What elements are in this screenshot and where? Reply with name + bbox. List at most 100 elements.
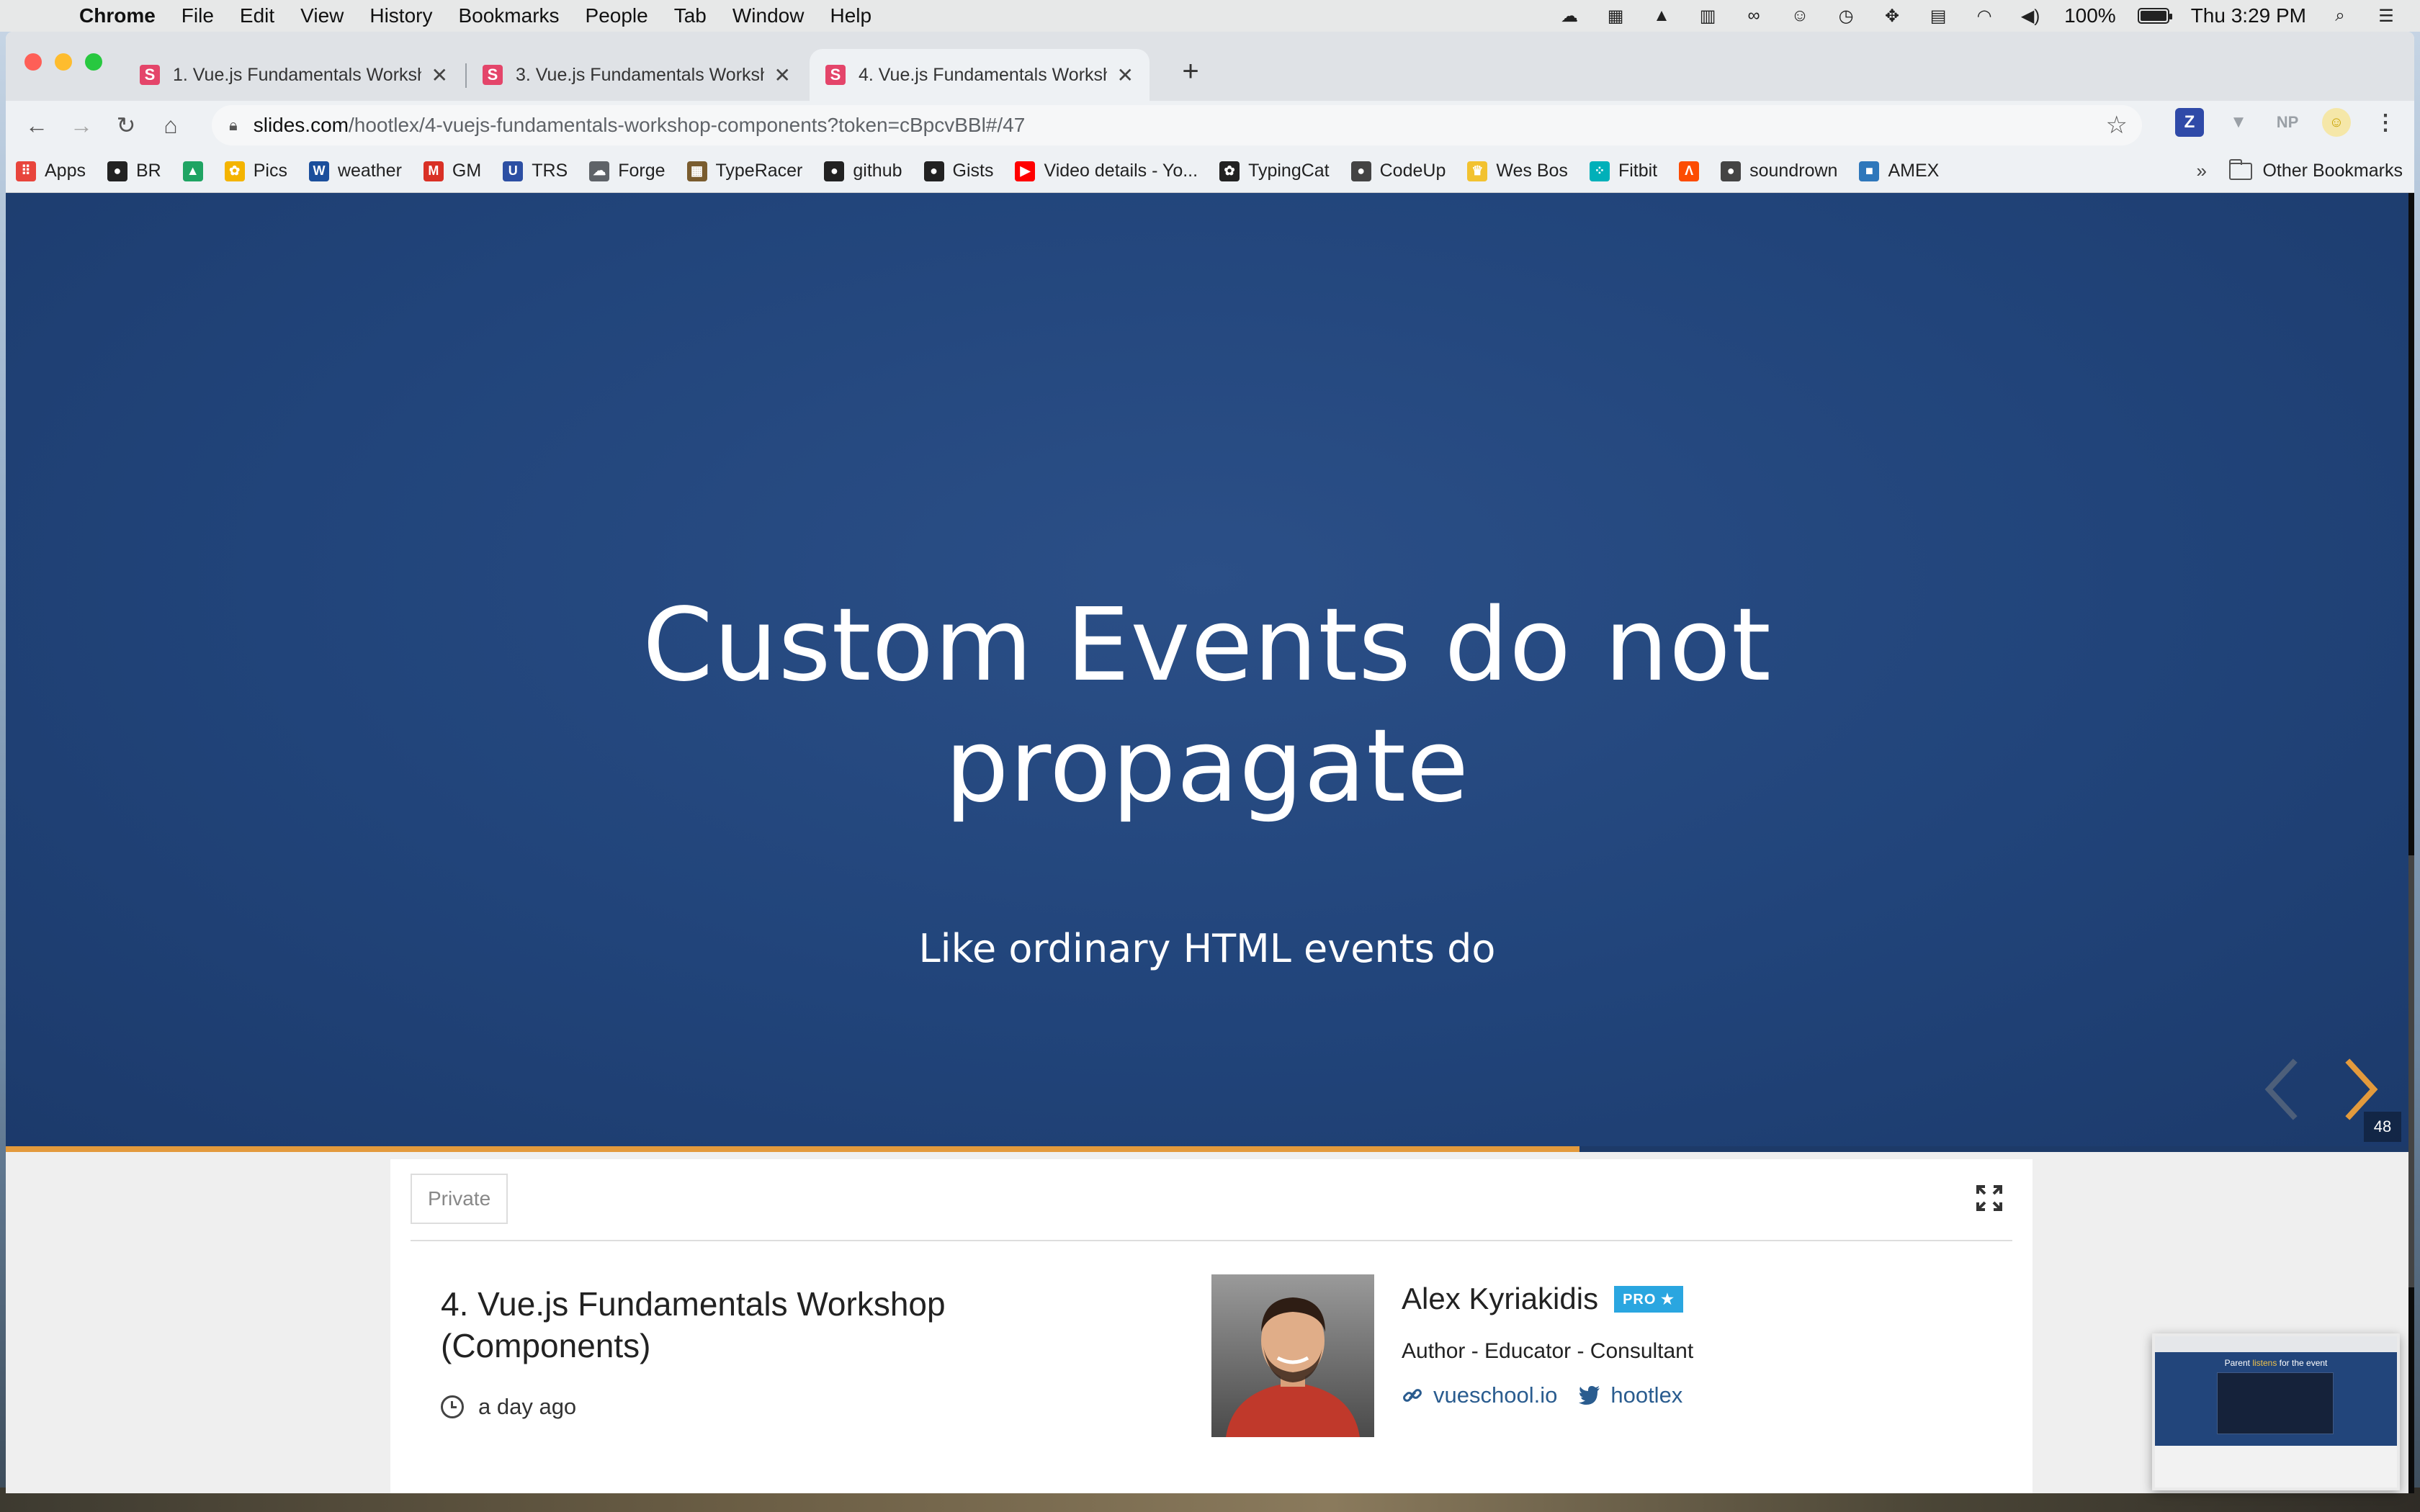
bookmark-item[interactable]: ● CodeUp — [1350, 161, 1446, 181]
slide-title: Custom Events do not propagate — [6, 585, 2408, 827]
bookmark-item[interactable]: ▶ Video details - Yo... — [1015, 161, 1198, 181]
window-zoom-button[interactable] — [85, 53, 102, 71]
author-website-link[interactable]: vueschool.io — [1402, 1382, 1557, 1408]
browser-tab-1[interactable]: S 1. Vue.js Fundamentals Worksh ✕ — [124, 49, 464, 101]
bookmark-item[interactable]: Wweather — [308, 161, 402, 181]
menu-file[interactable]: File — [182, 4, 214, 27]
bookmark-item[interactable]: M GM — [423, 161, 482, 181]
tab-close-icon[interactable]: ✕ — [774, 63, 791, 87]
github-icon: ● — [107, 161, 127, 181]
new-tab-button[interactable]: + — [1173, 53, 1209, 89]
tab-strip: S 1. Vue.js Fundamentals Worksh ✕ S 3. V… — [6, 32, 2414, 101]
bookmark-item[interactable]: ● soundrown — [1721, 161, 1837, 181]
author-avatar[interactable] — [1211, 1274, 1374, 1437]
slide-progress-bar[interactable] — [6, 1146, 2408, 1152]
bookmark-item[interactable]: ⁘ Fitbit — [1589, 161, 1657, 181]
wifi-icon[interactable]: ◠ — [1972, 6, 1996, 26]
menu-tab[interactable]: Tab — [674, 4, 707, 27]
deck-timestamp: a day ago — [441, 1394, 576, 1420]
bookmark-item[interactable]: ● Gists — [923, 161, 993, 181]
fullscreen-icon[interactable] — [1975, 1184, 2004, 1212]
pro-badge: PRO ★ — [1614, 1285, 1683, 1313]
bookmark-item[interactable]: ▦ TypeRacer — [686, 161, 803, 181]
link-icon — [1403, 1389, 1422, 1402]
bookmark-item[interactable]: ☁ Forge — [589, 161, 666, 181]
window-close-button[interactable] — [24, 53, 42, 71]
volume-icon[interactable]: ◀) — [2018, 6, 2043, 26]
tab-title: 3. Vue.js Fundamentals Worksh — [516, 64, 764, 85]
bookmarks-overflow-button[interactable]: » — [2197, 160, 2207, 182]
bookmark-item[interactable]: ■ AMEX — [1859, 161, 1939, 181]
home-icon[interactable]: ⌂ — [154, 109, 187, 142]
bookmark-item[interactable]: ● BR — [107, 161, 161, 181]
tab-close-icon[interactable]: ✕ — [431, 63, 448, 87]
glasses-icon[interactable]: ∞ — [1742, 6, 1766, 25]
bookmark-item[interactable]: ⠿ Apps — [16, 161, 86, 181]
vue-devtools-extension-icon[interactable]: ▼ — [2224, 108, 2253, 137]
bookmark-label: TypeRacer — [715, 161, 803, 181]
forward-arrow-icon[interactable]: → — [65, 109, 98, 142]
bookmark-item[interactable]: ✿ Pics — [224, 161, 287, 181]
browser-tab-2[interactable]: S 3. Vue.js Fundamentals Worksh ✕ — [467, 49, 807, 101]
menu-people[interactable]: People — [586, 4, 648, 27]
fitbit-icon: ⁘ — [1589, 161, 1610, 181]
menu-view[interactable]: View — [300, 4, 344, 27]
bookmark-item[interactable]: Λ — [1679, 161, 1700, 181]
accessibility-icon[interactable]: ☺ — [1788, 6, 1812, 25]
menu-help[interactable]: Help — [830, 4, 871, 27]
notification-center-icon[interactable]: ☰ — [2374, 6, 2398, 26]
chrome-menu-icon[interactable]: ⋮ — [2371, 108, 2400, 137]
docker-icon[interactable]: ▦ — [1603, 6, 1628, 26]
spaces-icon[interactable]: ✥ — [1880, 6, 1904, 26]
thumbnail-title-prefix: Parent — [2224, 1358, 2253, 1368]
keyboard-icon[interactable]: ▤ — [1926, 6, 1950, 26]
bookmark-item[interactable]: ● github — [824, 161, 902, 181]
browser-tab-3-active[interactable]: S 4. Vue.js Fundamentals Worksh ✕ — [810, 49, 1150, 101]
presentation-slide[interactable]: Custom Events do not propagate Like ordi… — [6, 193, 2408, 1152]
twitter-icon — [1579, 1386, 1600, 1405]
deck-time-text: a day ago — [478, 1394, 577, 1419]
status-area: ☁ ▦ ▲ ▥ ∞ ☺ ◷ ✥ ▤ ◠ ◀) 100% Thu 3:29 PM … — [1557, 0, 2398, 32]
menubar-clock[interactable]: Thu 3:29 PM — [2191, 4, 2306, 27]
author-name[interactable]: Alex Kyriakidis PRO ★ — [1402, 1282, 1683, 1316]
time-machine-icon[interactable]: ◷ — [1834, 6, 1858, 26]
page-scrollbar-thumb[interactable] — [2408, 855, 2414, 1287]
menu-window[interactable]: Window — [732, 4, 805, 27]
tab-close-icon[interactable]: ✕ — [1117, 63, 1134, 87]
visibility-badge: Private — [411, 1174, 508, 1224]
bookmark-label: GM — [452, 161, 482, 181]
card-divider — [411, 1240, 2012, 1241]
slides-page: Custom Events do not propagate Like ordi… — [6, 193, 2414, 1493]
creative-cloud-icon[interactable]: ☁ — [1557, 6, 1582, 26]
bookmark-star-icon[interactable]: ☆ — [2106, 111, 2128, 140]
audio-bars-icon[interactable]: ▥ — [1695, 6, 1720, 26]
bookmark-item[interactable]: U TRS — [503, 161, 568, 181]
reload-icon[interactable]: ↻ — [109, 109, 143, 142]
previous-slide-arrow-icon[interactable] — [2260, 1057, 2303, 1122]
zotero-extension-icon[interactable]: Z — [2175, 108, 2204, 137]
uc-icon: U — [503, 161, 524, 181]
back-arrow-icon[interactable]: ← — [20, 109, 53, 142]
author-twitter-link[interactable]: hootlex — [1579, 1382, 1682, 1408]
bookmark-item[interactable]: ▲ — [182, 161, 203, 181]
spotlight-search-icon[interactable]: ⌕ — [2328, 6, 2352, 25]
deck-title: 4. Vue.js Fundamentals Workshop (Compone… — [441, 1285, 946, 1364]
address-bar[interactable]: 🔒︎ slides.com/hootlex/4-vuejs-fundamenta… — [212, 105, 2142, 145]
np-extension-icon[interactable]: NP — [2273, 108, 2302, 137]
bookmark-item[interactable]: ♛ Wes Bos — [1467, 161, 1568, 181]
battery-icon[interactable] — [2137, 8, 2172, 24]
bookmark-item[interactable]: ✿ TypingCat — [1219, 161, 1330, 181]
thumbnail-slide: Parent listens for the event — [2155, 1352, 2397, 1446]
screenshot-thumbnail[interactable]: Parent listens for the event — [2152, 1333, 2400, 1490]
menu-edit[interactable]: Edit — [240, 4, 274, 27]
adobe-icon[interactable]: ▲ — [1649, 6, 1674, 25]
other-bookmarks-folder[interactable]: Other Bookmarks — [2229, 158, 2403, 181]
deck-info-card: Private 4. Vue.js Fundamentals Workshop … — [390, 1159, 2033, 1493]
menu-history[interactable]: History — [369, 4, 432, 27]
lock-icon[interactable]: 🔒︎ — [229, 116, 238, 135]
profile-avatar-icon[interactable]: ☺ — [2322, 108, 2351, 137]
page-scrollbar-track[interactable] — [2408, 193, 2414, 1493]
window-minimize-button[interactable] — [55, 53, 72, 71]
menu-bookmarks[interactable]: Bookmarks — [458, 4, 559, 27]
menu-app-name[interactable]: Chrome — [79, 4, 156, 27]
